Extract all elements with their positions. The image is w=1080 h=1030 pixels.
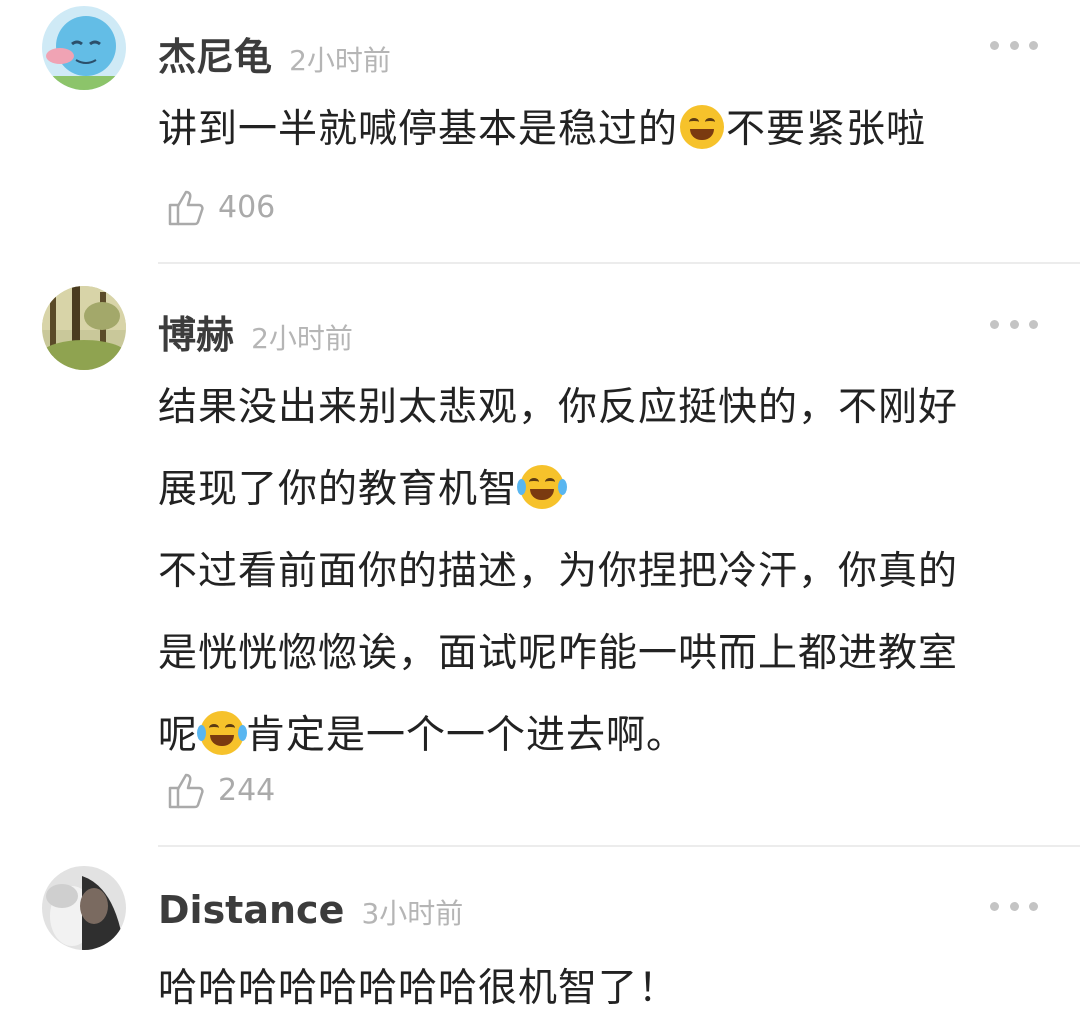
like-count: 244 [218,772,276,808]
username[interactable]: 博赫 [158,313,234,357]
divider [158,845,1080,847]
like-button[interactable]: 244 [166,768,275,812]
username[interactable]: 杰尼龟 [158,35,272,79]
forest-avatar-icon [42,286,126,370]
more-options-icon[interactable] [990,35,1038,55]
comment-text: 讲到一半就喊停基本是稳过的 不要紧张啦 [158,105,927,152]
laughing-emoji-icon [680,105,725,149]
more-options-icon[interactable] [990,314,1038,334]
name-line: 杰尼龟 2小时前 [158,26,391,81]
tears-of-joy-emoji-icon [197,711,248,755]
timestamp: 2小时前 [289,44,391,77]
timestamp: 2小时前 [251,322,353,355]
timestamp: 3小时前 [361,897,464,930]
like-button[interactable]: 406 [166,185,275,229]
comment-text: 结果没出来别太悲观，你反应挺快的，不刚好 展现了你的教育机智 不过看前面你的描述… [158,385,959,758]
avatar[interactable] [42,6,126,90]
like-count: 406 [218,189,276,225]
name-line: Distance 3小时前 [158,888,463,932]
avatar[interactable] [42,866,126,950]
thumbs-up-icon [168,773,204,809]
name-line: 博赫 2小时前 [158,304,353,359]
squirtle-avatar-icon [42,6,126,90]
more-options-icon[interactable] [990,896,1038,916]
divider [158,262,1080,264]
thumbs-up-icon [168,190,204,226]
portrait-avatar-icon [42,866,126,950]
avatar[interactable] [42,286,126,370]
comment-text: 哈哈哈哈哈哈哈哈很机智了！ [158,966,679,1011]
username[interactable]: Distance [158,888,344,932]
tears-of-joy-emoji-icon [517,465,568,509]
